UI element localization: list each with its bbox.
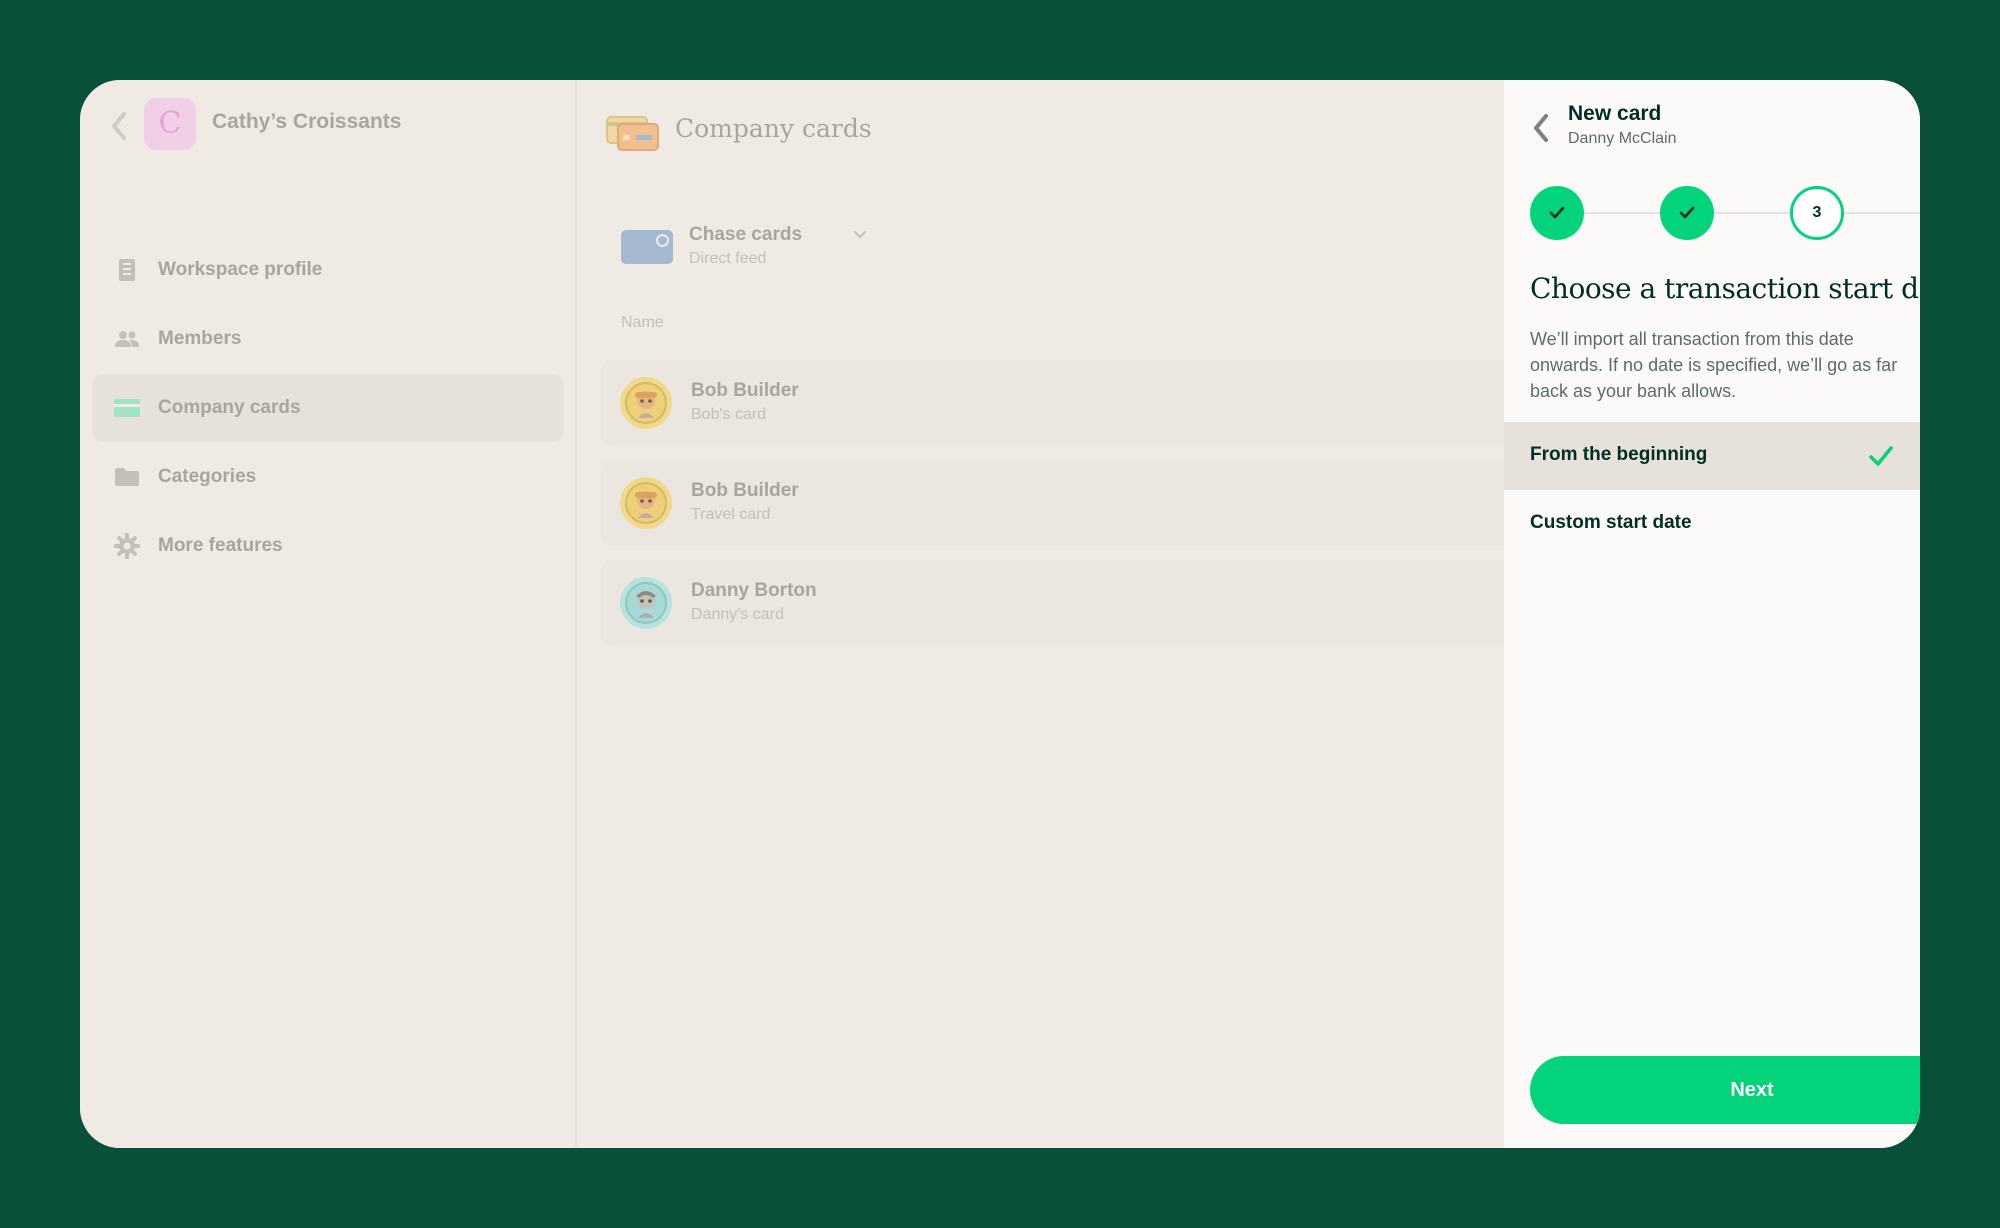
sidebar-item-workspace-profile[interactable]: Workspace profile <box>92 236 564 304</box>
step-2 <box>1660 186 1714 240</box>
card-name: Danny's card <box>691 606 784 623</box>
avatar <box>620 477 672 529</box>
checkmark-icon <box>1549 206 1565 219</box>
panel-title: New card <box>1568 102 1662 125</box>
option-custom-start-date[interactable]: Custom start date <box>1504 490 1920 558</box>
card-name: Travel card <box>691 506 771 523</box>
gear-icon <box>114 533 140 559</box>
card-list: Bob Builder Bob's card Bob Builder Trave… <box>601 360 1504 660</box>
sidebar-item-label: Categories <box>158 466 257 487</box>
sidebar-item-categories[interactable]: Categories <box>92 443 564 511</box>
step-connector <box>1844 212 1920 214</box>
sidebar-item-label: Members <box>158 328 242 349</box>
sidebar-item-label: Workspace profile <box>158 259 323 280</box>
sidebar-item-members[interactable]: Members <box>92 305 564 373</box>
avatar <box>620 377 672 429</box>
card-row[interactable]: Bob Builder Bob's card <box>601 360 1504 446</box>
card-name: Bob's card <box>691 406 767 423</box>
column-header-name: Name <box>621 314 664 331</box>
workspace-avatar: C <box>144 98 196 150</box>
back-arrow-icon[interactable] <box>1530 112 1552 144</box>
workspace-name: Cathy’s Croissants <box>212 110 402 133</box>
page-title: Company cards <box>675 114 872 143</box>
cardholder-name: Bob Builder <box>691 380 799 401</box>
step-indicator: 3 4 <box>1530 186 1920 240</box>
sidebar-item-company-cards[interactable]: Company cards <box>92 374 564 442</box>
step-1 <box>1530 186 1584 240</box>
main-content: Company cards Chase cards Direct feed Na… <box>577 80 1504 1148</box>
cardholder-name: Bob Builder <box>691 480 799 501</box>
avatar <box>620 577 672 629</box>
step-connector <box>1714 212 1790 214</box>
users-icon <box>114 326 140 352</box>
new-card-panel: New card Danny McClain 3 4 Choose a tran… <box>1504 80 1920 1148</box>
checkmark-icon <box>1869 446 1893 466</box>
checkmark-icon <box>1679 206 1695 219</box>
sidebar-nav: Workspace profile Members Company cards … <box>92 236 564 581</box>
card-feed-selector[interactable]: Chase cards Direct feed <box>621 210 1021 290</box>
back-arrow-icon[interactable] <box>108 110 130 142</box>
sidebar-item-label: Company cards <box>158 397 301 418</box>
folder-icon <box>114 464 140 490</box>
step-description: We’ll import all transaction from this d… <box>1530 329 1898 401</box>
credit-card-icon <box>114 395 140 421</box>
bank-card-icon <box>621 230 673 264</box>
step-connector <box>1584 212 1660 214</box>
feed-subtitle: Direct feed <box>689 250 767 267</box>
company-cards-icon <box>606 116 659 151</box>
building-icon <box>114 257 140 283</box>
panel-subtitle: Danny McClain <box>1568 130 1677 147</box>
chevron-down-icon <box>854 231 866 239</box>
workspace-header: C Cathy’s Croissants <box>80 80 575 170</box>
card-row[interactable]: Danny Borton Danny's card <box>601 560 1504 646</box>
option-from-beginning[interactable]: From the beginning <box>1504 422 1920 490</box>
step-3: 3 <box>1790 186 1844 240</box>
option-label: From the beginning <box>1530 444 1708 465</box>
cardholder-name: Danny Borton <box>691 580 817 601</box>
feed-name: Chase cards <box>689 224 803 245</box>
app-window: C Cathy’s Croissants Workspace profile M… <box>80 80 1920 1148</box>
sidebar: C Cathy’s Croissants Workspace profile M… <box>80 80 577 1148</box>
option-label: Custom start date <box>1530 512 1692 533</box>
next-button[interactable]: Next <box>1530 1056 1920 1124</box>
sidebar-item-more-features[interactable]: More features <box>92 512 564 580</box>
step-heading: Choose a transaction start date <box>1530 272 1920 305</box>
card-row[interactable]: Bob Builder Travel card <box>601 460 1504 546</box>
sidebar-item-label: More features <box>158 535 283 556</box>
